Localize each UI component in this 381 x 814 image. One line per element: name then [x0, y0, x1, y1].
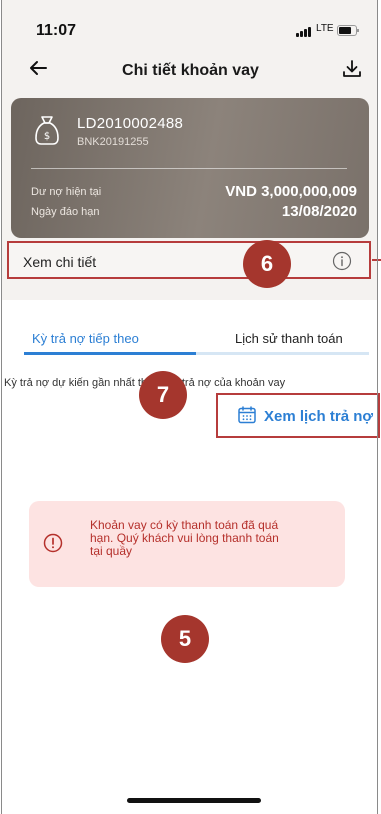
- tab-active-indicator: [24, 352, 196, 355]
- signal-icon: [296, 27, 311, 37]
- due-date-row: Ngày đáo hạn 13/08/2020: [31, 203, 357, 220]
- annotation-marker-7: 7: [139, 371, 187, 419]
- loan-reference: BNK20191255: [77, 136, 149, 148]
- loan-account-number: LD2010002488: [77, 115, 184, 132]
- page-title: Chi tiết khoản vay: [122, 62, 259, 79]
- annotation-marker-5: 5: [161, 615, 209, 663]
- app-header: Chi tiết khoản vay: [0, 52, 381, 92]
- annotation-pointer: [372, 259, 381, 261]
- view-details-row[interactable]: Xem chi tiết: [7, 241, 371, 279]
- outstanding-value: VND 3,000,000,009: [225, 183, 357, 200]
- alert-circle-icon: [43, 533, 63, 553]
- network-label: LTE: [316, 23, 334, 34]
- tab-next-payment[interactable]: Kỳ trả nợ tiếp theo: [32, 331, 139, 346]
- battery-icon: [337, 25, 359, 36]
- home-indicator[interactable]: [127, 798, 261, 803]
- outstanding-label: Dư nợ hiện tại: [31, 186, 102, 198]
- card-divider: [31, 168, 347, 169]
- view-details-label: Xem chi tiết: [23, 254, 97, 270]
- overdue-alert-text: Khoản vay có kỳ thanh toán đã quá hạn. Q…: [90, 519, 320, 558]
- view-schedule-button[interactable]: Xem lịch trả nợ: [216, 393, 380, 438]
- loan-card: $ LD2010002488 BNK20191255 Dư nợ hiện tạ…: [11, 98, 369, 238]
- download-icon[interactable]: [340, 57, 364, 81]
- annotation-marker-6: 6: [243, 240, 291, 288]
- payment-sheet: Kỳ trả nợ tiếp theo Lịch sử thanh toán K…: [2, 306, 380, 814]
- loan-detail-screen: 11:07 LTE Chi tiết khoản vay $ LD2010002…: [0, 0, 381, 814]
- alert-line-3: tại quầy: [90, 544, 133, 558]
- calendar-icon: [238, 406, 256, 424]
- money-bag-icon: $: [35, 116, 59, 145]
- due-date-label: Ngày đáo hạn: [31, 206, 100, 218]
- due-date-value: 13/08/2020: [281, 203, 357, 220]
- status-time: 11:07: [36, 22, 77, 39]
- tab-payment-history[interactable]: Lịch sử thanh toán: [235, 331, 343, 346]
- info-icon[interactable]: [332, 251, 352, 271]
- svg-text:$: $: [44, 131, 50, 142]
- outstanding-row: Dư nợ hiện tại VND 3,000,000,009: [31, 183, 357, 200]
- overdue-alert: Khoản vay có kỳ thanh toán đã quá hạn. Q…: [29, 501, 345, 587]
- view-schedule-label: Xem lịch trả nợ: [264, 408, 374, 425]
- status-bar: 11:07 LTE: [0, 0, 381, 50]
